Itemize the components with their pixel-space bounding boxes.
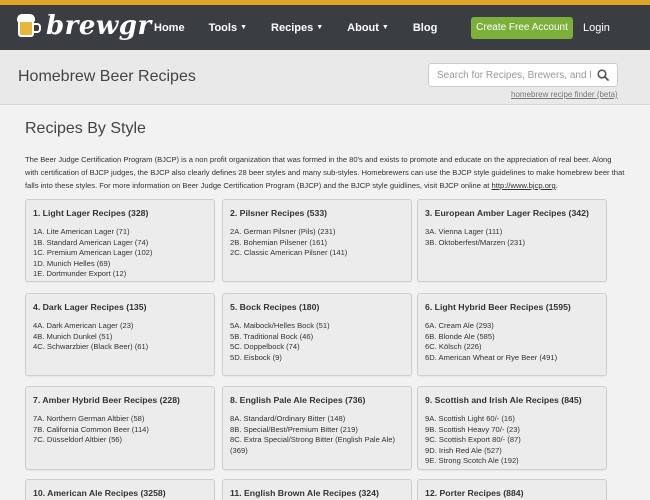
category-title-link[interactable]: 6. Light Hybrid Beer Recipes (1595) bbox=[425, 302, 571, 312]
nav-about-link[interactable]: About ▼ bbox=[347, 22, 389, 34]
category-title-link[interactable]: 12. Porter Recipes (884) bbox=[425, 488, 524, 498]
substyle-list: 7A. Northern German Altbier (58) 7B. Cali… bbox=[33, 414, 211, 446]
substyle-list: 2A. German Pilsner (Pils) (231) 2B. Bohem… bbox=[230, 227, 408, 259]
style-category-card: 9. Scottish and Irish Ale Recipes (845) 9… bbox=[417, 386, 607, 470]
substyle-link[interactable]: 5C. Doppelbock (74) bbox=[230, 342, 408, 353]
nav-link-label: Tools bbox=[208, 21, 238, 34]
nav-home-link[interactable]: Home bbox=[154, 22, 185, 34]
category-title-link[interactable]: 1. Light Lager Recipes (328) bbox=[33, 208, 148, 218]
category-title-link[interactable]: 11. English Brown Ale Recipes (324) bbox=[230, 488, 379, 498]
style-category-card: 1. Light Lager Recipes (328) 1A. Lite Ame… bbox=[25, 199, 215, 282]
substyle-link[interactable]: 9C. Scottish Export 80/- (87) bbox=[425, 435, 603, 446]
logo-text: brewgr bbox=[46, 11, 152, 41]
substyle-link[interactable]: 9B. Scottish Heavy 70/- (23) bbox=[425, 425, 603, 436]
substyle-link[interactable]: 9A. Scottish Light 60/- (16) bbox=[425, 414, 603, 425]
style-category-card: 8. English Pale Ale Recipes (736) 8A. Sta… bbox=[222, 386, 412, 470]
nav-link-label: About bbox=[347, 21, 379, 34]
category-title-link[interactable]: 4. Dark Lager Recipes (135) bbox=[33, 302, 146, 312]
substyle-link[interactable]: 9D. Irish Red Ale (527) bbox=[425, 446, 603, 457]
login-link[interactable]: Login bbox=[583, 17, 610, 39]
substyle-list: 4A. Dark American Lager (23) 4B. Munich D… bbox=[33, 321, 211, 353]
page-title: Homebrew Beer Recipes bbox=[18, 68, 196, 85]
nav-blog-link[interactable]: Blog bbox=[413, 22, 437, 34]
style-category-card: 12. Porter Recipes (884) bbox=[417, 479, 607, 500]
substyle-link[interactable]: 1B. Standard American Lager (74) bbox=[33, 238, 211, 249]
search-box bbox=[428, 63, 618, 87]
substyle-link[interactable]: 4B. Munich Dunkel (51) bbox=[33, 332, 211, 343]
substyle-link[interactable]: 2C. Classic American Pilsner (141) bbox=[230, 248, 408, 259]
top-navbar: brewgr Home Tools ▼ Recipes ▼ About ▼ Blog Crea… bbox=[0, 5, 650, 50]
nav-links: Home Tools ▼ Recipes ▼ About ▼ Blog bbox=[154, 5, 461, 50]
substyle-link[interactable]: 6B. Blonde Ale (585) bbox=[425, 332, 603, 343]
subheader: Homebrew Beer Recipes homebrew recipe fi… bbox=[0, 50, 650, 105]
nav-recipes-link[interactable]: Recipes ▼ bbox=[271, 22, 323, 34]
substyle-link[interactable]: 2A. German Pilsner (Pils) (231) bbox=[230, 227, 408, 238]
search-input[interactable] bbox=[429, 64, 591, 86]
substyle-link[interactable]: 6A. Cream Ale (293) bbox=[425, 321, 603, 332]
intro-paragraph: The Beer Judge Certification Program (BJ… bbox=[25, 153, 625, 192]
substyle-link[interactable]: 3A. Vienna Lager (111) bbox=[425, 227, 603, 238]
substyle-link[interactable]: 7A. Northern German Altbier (58) bbox=[33, 414, 211, 425]
substyle-link[interactable]: 8C. Extra Special/Strong Bitter (English… bbox=[230, 435, 408, 456]
style-category-card: 6. Light Hybrid Beer Recipes (1595) 6A. C… bbox=[417, 293, 607, 376]
substyle-list: 8A. Standard/Ordinary Bitter (148) 8B. Sp… bbox=[230, 414, 408, 456]
create-free-account-button[interactable]: Create Free Account bbox=[471, 17, 573, 39]
style-category-card: 4. Dark Lager Recipes (135) 4A. Dark Amer… bbox=[25, 293, 215, 376]
substyle-link[interactable]: 1A. Lite American Lager (71) bbox=[33, 227, 211, 238]
category-title-link[interactable]: 8. English Pale Ale Recipes (736) bbox=[230, 395, 365, 405]
section-title: Recipes By Style bbox=[25, 120, 146, 137]
substyle-link[interactable]: 7B. California Common Beer (114) bbox=[33, 425, 211, 436]
category-title-link[interactable]: 5. Bock Recipes (180) bbox=[230, 302, 319, 312]
recipe-finder-link[interactable]: homebrew recipe finder (beta) bbox=[511, 90, 618, 99]
beer-mug-icon bbox=[17, 14, 41, 38]
nav-link-label: Blog bbox=[412, 21, 438, 34]
substyle-link[interactable]: 9E. Strong Scotch Ale (192) bbox=[425, 456, 603, 467]
category-title-link[interactable]: 9. Scottish and Irish Ale Recipes (845) bbox=[425, 395, 582, 405]
style-category-card: 3. European Amber Lager Recipes (342) 3A.… bbox=[417, 199, 607, 282]
style-category-card: 11. English Brown Ale Recipes (324) bbox=[222, 479, 412, 500]
intro-end: . bbox=[555, 181, 558, 190]
main-content: Recipes By Style The Beer Judge Certific… bbox=[0, 106, 650, 500]
category-title-link[interactable]: 2. Pilsner Recipes (533) bbox=[230, 208, 327, 218]
substyle-link[interactable]: 7C. Düsseldorf Altbier (56) bbox=[33, 435, 211, 446]
bjcp-link[interactable]: http://www.bjcp.org bbox=[492, 181, 556, 190]
chevron-down-icon: ▼ bbox=[240, 24, 248, 31]
brewgr-logo[interactable]: brewgr bbox=[17, 11, 152, 41]
substyle-link[interactable]: 1E. Dortmunder Export (12) bbox=[33, 269, 211, 280]
style-category-card: 10. American Ale Recipes (3258) bbox=[25, 479, 215, 500]
category-title-link[interactable]: 10. American Ale Recipes (3258) bbox=[33, 488, 166, 498]
substyle-list: 5A. Maibock/Helles Bock (51) 5B. Traditio… bbox=[230, 321, 408, 363]
chevron-down-icon: ▼ bbox=[381, 24, 389, 31]
substyle-link[interactable]: 4A. Dark American Lager (23) bbox=[33, 321, 211, 332]
substyle-link[interactable]: 5D. Eisbock (9) bbox=[230, 353, 408, 364]
substyle-link[interactable]: 2B. Bohemian Pilsener (161) bbox=[230, 238, 408, 249]
substyle-link[interactable]: 3B. Oktoberfest/Marzen (231) bbox=[425, 238, 603, 249]
category-title-link[interactable]: 3. European Amber Lager Recipes (342) bbox=[425, 208, 589, 218]
substyle-link[interactable]: 5B. Traditional Bock (46) bbox=[230, 332, 408, 343]
nav-tools-link[interactable]: Tools ▼ bbox=[209, 22, 247, 34]
substyle-list: 6A. Cream Ale (293) 6B. Blonde Ale (585) 6… bbox=[425, 321, 603, 363]
substyle-list: 3A. Vienna Lager (111) 3B. Oktoberfest/Ma… bbox=[425, 227, 603, 248]
substyle-link[interactable]: 8A. Standard/Ordinary Bitter (148) bbox=[230, 414, 408, 425]
nav-link-label: Home bbox=[154, 21, 185, 34]
substyle-list: 1A. Lite American Lager (71) 1B. Standard… bbox=[33, 227, 211, 280]
chevron-down-icon: ▼ bbox=[316, 24, 324, 31]
substyle-link[interactable]: 6C. Kölsch (226) bbox=[425, 342, 603, 353]
category-title-link[interactable]: 7. Amber Hybrid Beer Recipes (228) bbox=[33, 395, 180, 405]
substyle-list: 9A. Scottish Light 60/- (16) 9B. Scottish… bbox=[425, 414, 603, 467]
substyle-link[interactable]: 5A. Maibock/Helles Bock (51) bbox=[230, 321, 408, 332]
style-category-card: 2. Pilsner Recipes (533) 2A. German Pilsn… bbox=[222, 199, 412, 282]
style-category-card: 7. Amber Hybrid Beer Recipes (228) 7A. No… bbox=[25, 386, 215, 470]
substyle-link[interactable]: 4C. Schwarzbier (Black Beer) (61) bbox=[33, 342, 211, 353]
style-category-card: 5. Bock Recipes (180) 5A. Maibock/Helles … bbox=[222, 293, 412, 376]
substyle-link[interactable]: 1D. Munich Helles (69) bbox=[33, 259, 211, 270]
substyle-link[interactable]: 1C. Premium American Lager (102) bbox=[33, 248, 211, 259]
search-icon[interactable] bbox=[597, 69, 609, 81]
nav-link-label: Recipes bbox=[271, 21, 314, 34]
substyle-link[interactable]: 8B. Special/Best/Premium Bitter (219) bbox=[230, 425, 408, 436]
substyle-link[interactable]: 6D. American Wheat or Rye Beer (491) bbox=[425, 353, 603, 364]
